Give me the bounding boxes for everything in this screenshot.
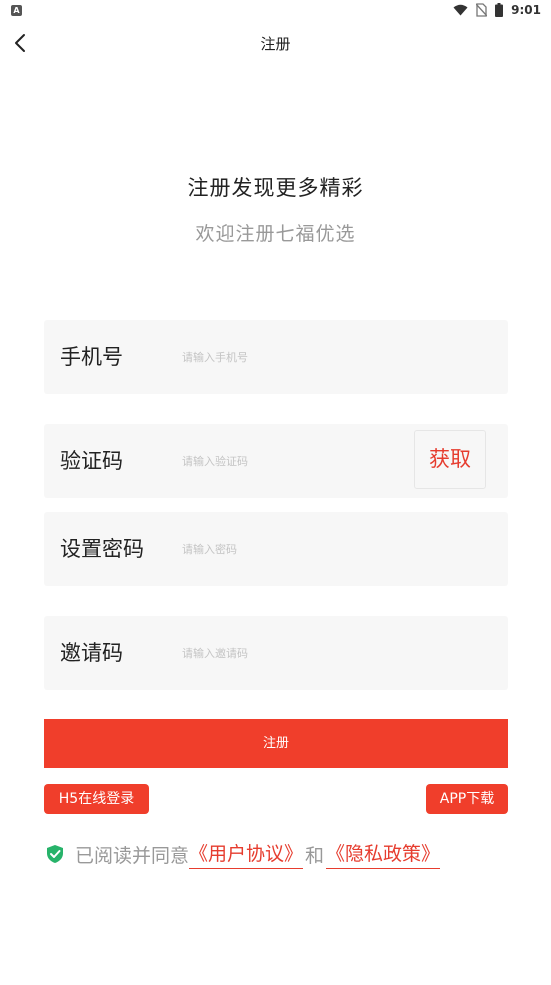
shield-check-icon[interactable] — [45, 844, 65, 864]
notification-icon: A — [11, 5, 22, 16]
phone-input[interactable] — [182, 342, 402, 372]
password-field: 设置密码 — [44, 512, 508, 586]
get-code-button[interactable]: 获取 — [414, 430, 486, 489]
status-time: 9:01 — [511, 3, 541, 17]
code-input[interactable] — [182, 446, 402, 476]
agreement-row: 已阅读并同意 《用户协议》 和 《隐私政策》 — [44, 839, 441, 869]
subheadline: 欢迎注册七福优选 — [195, 223, 356, 245]
register-button[interactable]: 注册 — [44, 719, 508, 768]
invite-label: 邀请码 — [60, 641, 123, 665]
privacy-policy-link[interactable]: 《隐私政策》 — [326, 839, 441, 869]
status-icons: 9:01 — [453, 3, 541, 17]
page-title: 注册 — [260, 35, 291, 53]
invite-field: 邀请码 — [44, 616, 508, 690]
code-label: 验证码 — [60, 449, 123, 473]
phone-label: 手机号 — [60, 345, 123, 369]
agreement-and: 和 — [305, 844, 325, 867]
wifi-icon — [453, 4, 468, 16]
user-agreement-link[interactable]: 《用户协议》 — [189, 839, 304, 869]
headline: 注册发现更多精彩 — [187, 176, 364, 200]
no-sim-icon — [476, 3, 488, 17]
battery-icon — [495, 3, 504, 17]
status-bar: A 9:01 — [0, 0, 551, 24]
invite-input[interactable] — [182, 638, 402, 668]
phone-field: 手机号 — [44, 320, 508, 394]
h5-login-button[interactable]: H5在线登录 — [44, 784, 149, 814]
nav-bar: 注册 — [0, 24, 551, 64]
password-label: 设置密码 — [60, 537, 144, 561]
app-download-button[interactable]: APP下载 — [426, 784, 508, 814]
code-field: 验证码 获取 — [44, 424, 508, 498]
agreement-prefix: 已阅读并同意 — [75, 844, 190, 867]
password-input[interactable] — [182, 534, 402, 564]
